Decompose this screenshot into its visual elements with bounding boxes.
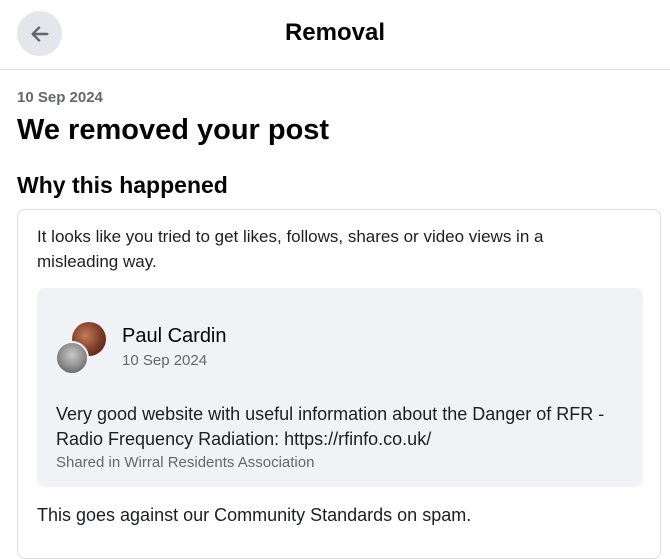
page-title: Removal	[284, 19, 386, 46]
avatar-group	[55, 322, 109, 376]
post-text: Very good website with useful informatio…	[56, 404, 605, 449]
removal-reason: It looks like you tried to get likes, fo…	[37, 227, 544, 271]
policy-text: This goes against our Community Standard…	[37, 505, 472, 525]
removed-post-preview[interactable]: Paul Cardin 10 Sep 2024 Very good websit…	[37, 288, 643, 487]
author-avatar	[55, 341, 89, 375]
shared-in-group: Shared in Wirral Residents Association	[56, 454, 315, 471]
post-author[interactable]: Paul Cardin	[122, 324, 227, 348]
removal-details-card: It looks like you tried to get likes, fo…	[17, 209, 661, 559]
notice-title: We removed your post	[17, 114, 330, 146]
top-bar: Removal	[0, 0, 670, 70]
section-title: Why this happened	[17, 172, 228, 198]
notice-date: 10 Sep 2024	[17, 89, 103, 106]
post-date: 10 Sep 2024	[122, 352, 208, 369]
